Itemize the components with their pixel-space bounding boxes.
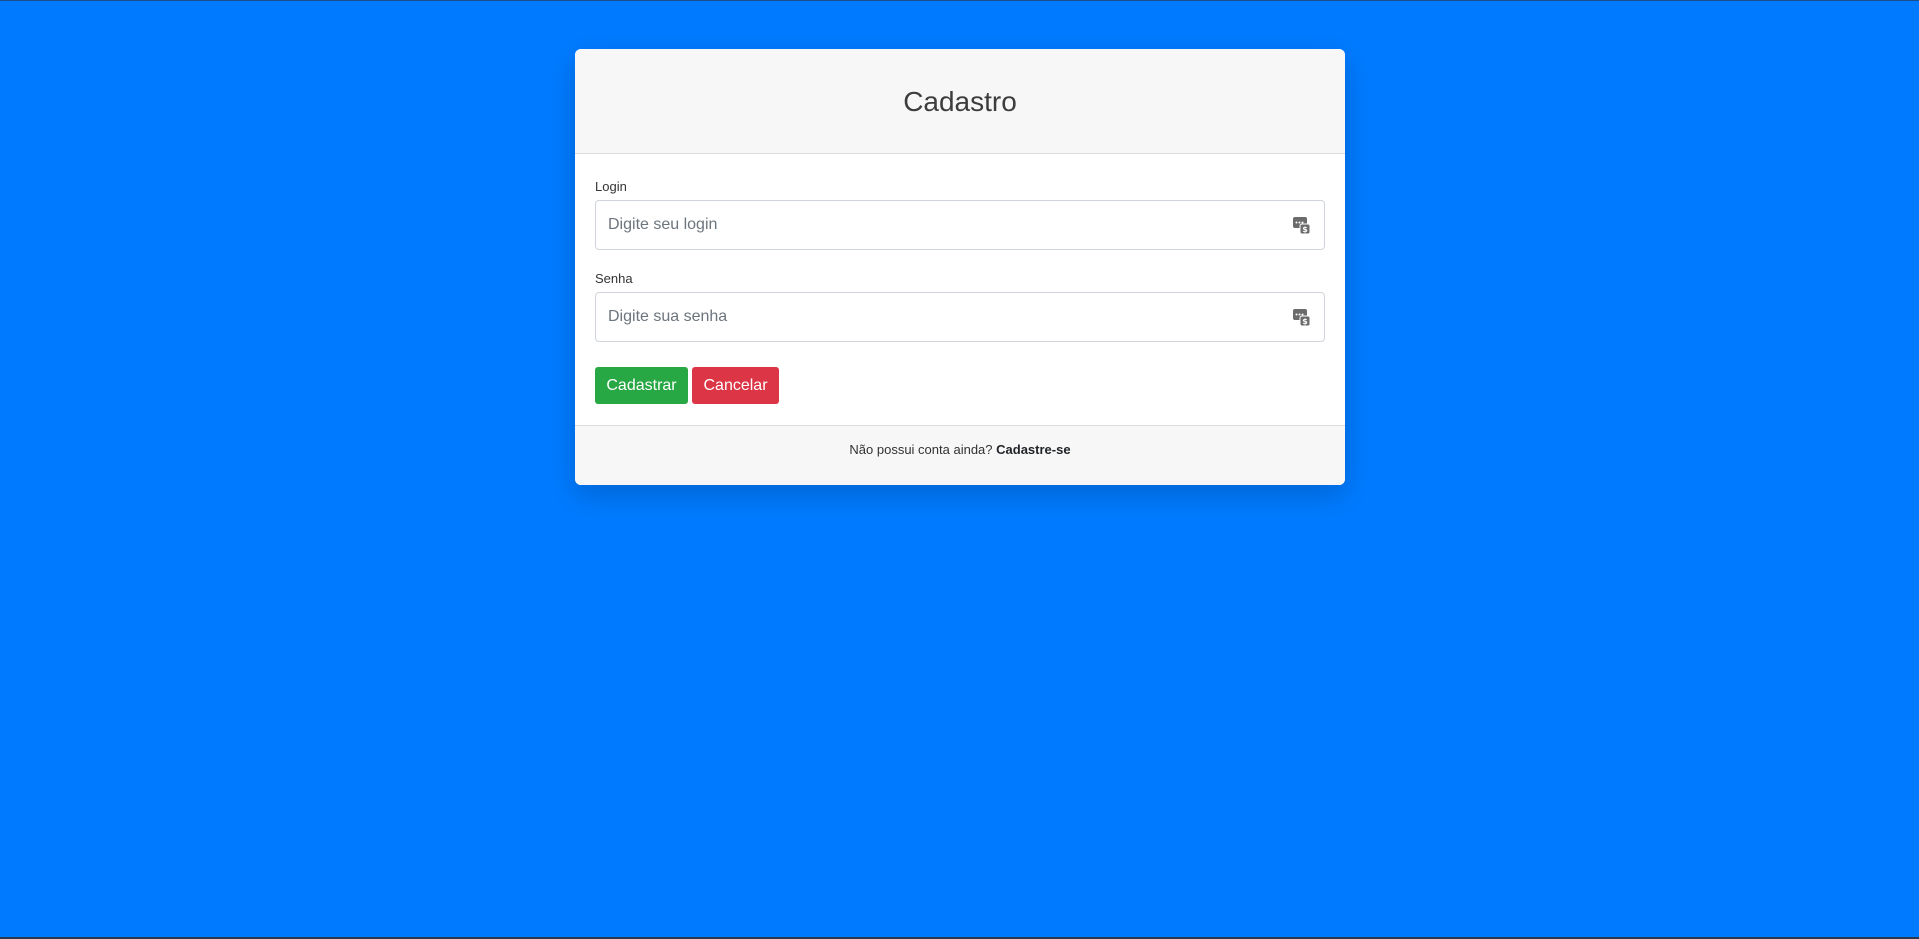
- login-label: Login: [595, 179, 627, 194]
- footer-prompt: Não possui conta ainda?: [849, 442, 993, 457]
- senha-input[interactable]: [596, 293, 1286, 341]
- footer-text: Não possui conta ainda? Cadastre-se: [575, 440, 1345, 460]
- password-manager-icon[interactable]: $: [1293, 216, 1310, 234]
- password-manager-icon[interactable]: $: [1293, 308, 1310, 326]
- cadastre-se-link[interactable]: Cadastre-se: [996, 442, 1070, 457]
- cancelar-button[interactable]: Cancelar: [692, 367, 779, 404]
- top-border: [0, 0, 1919, 1]
- senha-label: Senha: [595, 271, 633, 286]
- cadastrar-button[interactable]: Cadastrar: [595, 367, 688, 404]
- page-title: Cadastro: [903, 86, 1017, 117]
- svg-text:$: $: [1302, 317, 1308, 326]
- register-card: Cadastro Login $ Senha $ Cadastrar Cance…: [575, 49, 1345, 485]
- card-header: Cadastro: [575, 49, 1345, 154]
- senha-field-wrapper: $: [595, 292, 1325, 342]
- card-footer: Não possui conta ainda? Cadastre-se: [575, 425, 1345, 485]
- login-input[interactable]: [596, 201, 1286, 249]
- svg-text:$: $: [1302, 225, 1308, 234]
- login-field-wrapper: $: [595, 200, 1325, 250]
